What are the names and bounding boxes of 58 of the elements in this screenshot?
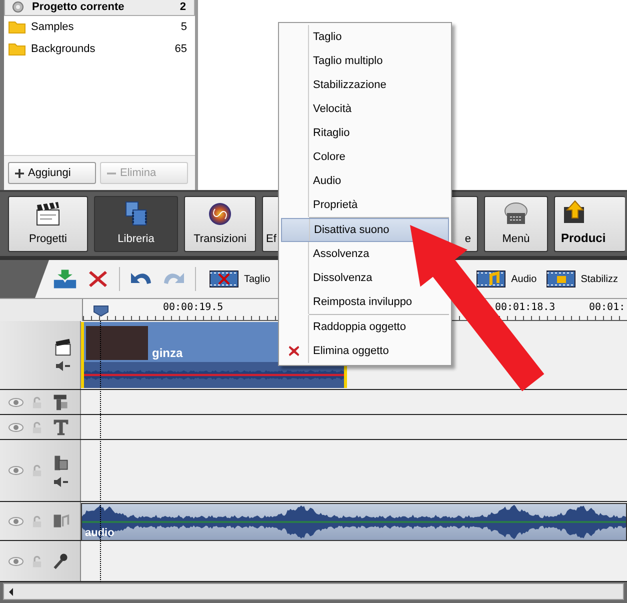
menu-item[interactable]: Stabilizzazione	[313, 79, 386, 91]
nav-button[interactable]: Progetti	[8, 196, 88, 252]
toolbar-button[interactable]: Taglio	[209, 269, 270, 289]
audio-clip[interactable]: audio	[81, 503, 627, 541]
toolbar-button[interactable]: Stabilizz	[546, 269, 618, 289]
menu-item[interactable]: Reimposta inviluppo	[313, 296, 412, 308]
clip-title: audio	[85, 527, 114, 539]
music-film-icon	[52, 512, 70, 530]
swirl-icon	[206, 201, 234, 227]
nav-button[interactable]: Transizioni	[184, 196, 256, 252]
folder-icon	[8, 42, 26, 56]
menu-item[interactable]: Assolvenza	[313, 248, 370, 260]
disc-icon	[502, 201, 530, 227]
eye-icon[interactable]	[8, 554, 24, 568]
scroll-left-icon[interactable]	[7, 586, 15, 596]
eye-icon[interactable]	[8, 514, 24, 528]
playhead-handle[interactable]	[93, 305, 109, 317]
folder-icon	[8, 20, 26, 34]
nav-button[interactable]: Produci	[554, 196, 625, 252]
menu-item[interactable]: Proprietà	[313, 199, 358, 211]
toolbar-button[interactable]: Audio	[476, 269, 537, 289]
eye-icon[interactable]	[8, 420, 24, 434]
time-label: 00:01:18.3	[495, 302, 556, 313]
eye-icon[interactable]	[8, 464, 24, 477]
menu-item[interactable]: Taglio	[313, 31, 342, 43]
film-icon	[52, 454, 70, 472]
menu-item[interactable]: Disattiva suono	[314, 224, 390, 236]
menu-item[interactable]: Ritaglio	[313, 127, 350, 139]
nav-button[interactable]: Libreria	[94, 196, 178, 252]
eye-icon[interactable]	[8, 396, 24, 408]
library-item[interactable]: Backgrounds 65	[4, 38, 195, 60]
time-label: 00:01:	[589, 302, 626, 313]
clapperboard-icon	[34, 201, 62, 227]
overlay-icon	[52, 393, 70, 411]
text-icon	[52, 418, 70, 436]
delete-icon	[288, 345, 300, 357]
clapperboard-icon	[54, 338, 72, 356]
microphone-icon	[52, 552, 70, 570]
film-music-icon	[476, 269, 506, 289]
time-label: 00:00:19.5	[163, 302, 224, 313]
menu-item[interactable]: Dissolvenza	[313, 272, 372, 284]
library-item[interactable]: Progetto corrente 2	[4, 0, 195, 16]
speaker-icon[interactable]	[53, 476, 69, 488]
menu-item[interactable]: Audio	[313, 175, 342, 187]
clip-title: ginza	[152, 346, 183, 360]
menu-item[interactable]: Colore	[313, 151, 346, 163]
film-camera-icon	[546, 269, 576, 289]
add-button[interactable]: Aggiungi	[8, 162, 96, 184]
photo-placeholder	[86, 326, 148, 360]
insert-icon[interactable]	[53, 268, 77, 290]
film-scissors-icon	[209, 269, 239, 289]
library-item[interactable]: Samples 5	[4, 16, 195, 38]
horizontal-scrollbar[interactable]	[3, 583, 624, 600]
nav-button[interactable]: Menù	[484, 196, 548, 252]
plus-icon	[15, 168, 24, 178]
menu-item[interactable]: Taglio multiplo	[313, 55, 383, 67]
speaker-icon[interactable]	[55, 360, 71, 372]
menu-item[interactable]: Velocità	[313, 103, 352, 115]
